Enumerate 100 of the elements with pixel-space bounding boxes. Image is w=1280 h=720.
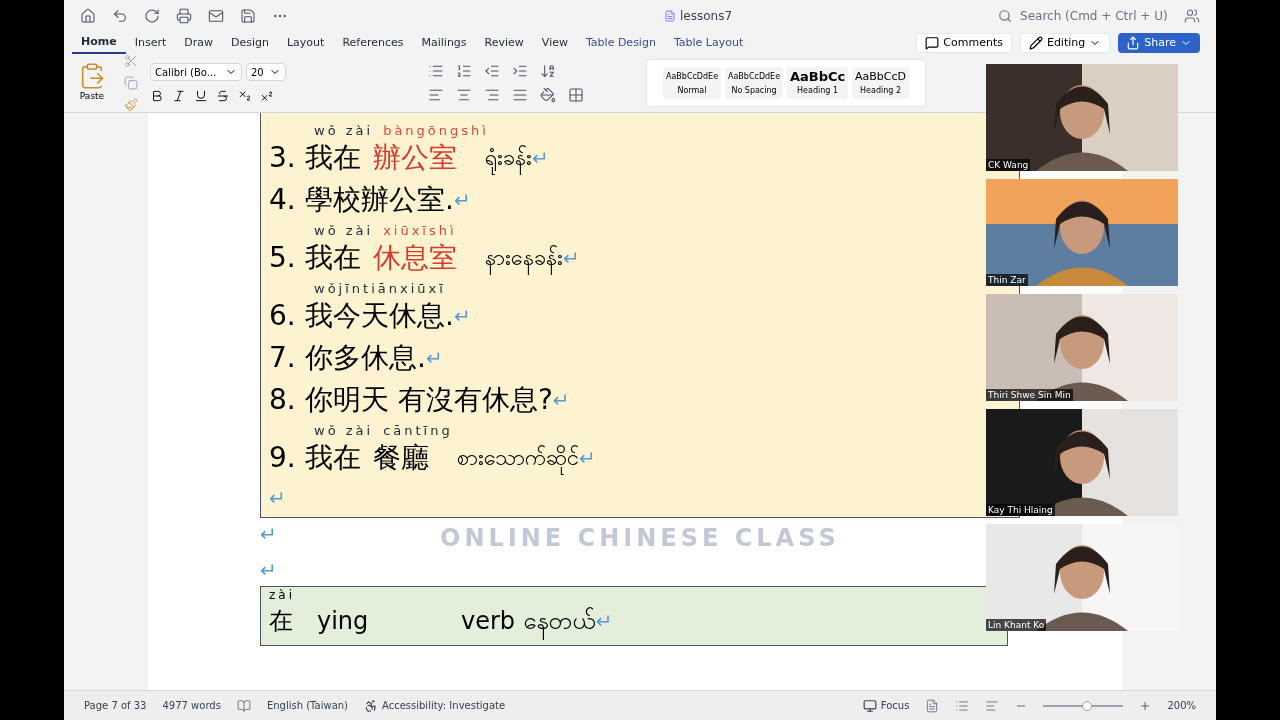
pinyin: wǒ zài bbox=[314, 224, 374, 237]
chinese-text: 我今天休息. bbox=[305, 302, 454, 330]
strikethrough-icon[interactable] bbox=[216, 89, 230, 103]
print-icon[interactable] bbox=[176, 8, 192, 24]
font-size-field[interactable]: 20 bbox=[246, 63, 286, 81]
ribbon-tab[interactable]: View bbox=[532, 32, 577, 54]
monitor-icon bbox=[862, 698, 877, 713]
word-text: ying bbox=[317, 606, 370, 636]
shading-icon[interactable] bbox=[540, 87, 556, 103]
ribbon-tab[interactable]: Table Layout bbox=[664, 32, 753, 54]
sort-icon[interactable] bbox=[540, 63, 556, 79]
zoom-in-icon[interactable] bbox=[1139, 699, 1152, 712]
undo-icon[interactable] bbox=[112, 8, 128, 24]
ribbon-tab[interactable]: References bbox=[333, 32, 413, 54]
numbering-icon[interactable] bbox=[456, 63, 472, 79]
pinyin: xiūxīshì bbox=[383, 224, 457, 237]
style-preset[interactable]: AaBbCcDdEe Normal bbox=[663, 67, 721, 99]
ribbon-tab[interactable]: Insert bbox=[125, 32, 176, 54]
burmese-text: နားနေခန်း bbox=[485, 237, 563, 279]
ribbon-tab[interactable]: Layout bbox=[277, 32, 334, 54]
outdent-icon[interactable] bbox=[484, 63, 500, 79]
pinyin: zài bbox=[269, 587, 296, 603]
paragraph-mark: ↵ bbox=[269, 485, 286, 512]
align-left-icon[interactable] bbox=[428, 87, 444, 103]
ribbon-tab[interactable]: Table Design bbox=[576, 32, 665, 54]
zoom-level[interactable]: 200% bbox=[1167, 698, 1196, 713]
pinyin: wǒjīntiānxiūxī bbox=[314, 282, 446, 295]
italic-icon[interactable] bbox=[172, 89, 186, 103]
participant-name: Lin Khant Ko bbox=[986, 619, 1047, 631]
ribbon-tab[interactable]: Review bbox=[475, 32, 533, 54]
style-preset[interactable]: AaBbCc Heading 1 bbox=[787, 67, 849, 99]
participant-name: Kay Thi Hlaing bbox=[986, 504, 1055, 516]
language-label[interactable]: English (Taiwan) bbox=[266, 698, 348, 713]
print-layout-icon[interactable] bbox=[925, 698, 940, 713]
home-icon[interactable] bbox=[80, 8, 96, 24]
chinese-text: 你明天 有沒有休息? bbox=[305, 386, 553, 414]
share-button[interactable]: Share bbox=[1118, 33, 1200, 53]
watermark-text: ONLINE CHINESE CLASS bbox=[440, 523, 840, 554]
chinese-text: 我在 bbox=[305, 444, 361, 472]
chinese-text: 學校辦公室. bbox=[305, 186, 454, 214]
save-icon[interactable] bbox=[240, 8, 256, 24]
mail-icon[interactable] bbox=[208, 8, 224, 24]
font-field[interactable]: Calibri (Bo... bbox=[150, 63, 242, 81]
ribbon-tab[interactable]: Design bbox=[222, 32, 278, 54]
search-icon bbox=[998, 9, 1013, 23]
indent-icon[interactable] bbox=[512, 63, 528, 79]
paragraph-mark: ↵ bbox=[532, 148, 549, 168]
chinese-text: 休息室 bbox=[373, 244, 457, 272]
comments-button[interactable]: Comments bbox=[916, 33, 1012, 53]
participant-name: CK Wang bbox=[986, 159, 1031, 171]
superscript-icon[interactable] bbox=[260, 89, 274, 103]
paragraph-mark: ↵ bbox=[260, 558, 277, 582]
page-count[interactable]: Page 7 of 33 bbox=[84, 698, 147, 713]
burmese-text: ရုံးခန်း bbox=[485, 137, 532, 179]
paragraph-mark: ↵ bbox=[453, 306, 471, 326]
pencil-icon bbox=[1028, 36, 1043, 50]
participant-name: Thiri Shwe Sin Min bbox=[986, 389, 1073, 401]
redo-icon[interactable] bbox=[144, 8, 160, 24]
ribbon-tab[interactable]: Draw bbox=[175, 32, 222, 54]
document-title[interactable]: lessons7 bbox=[680, 8, 733, 24]
focus-button[interactable]: Focus bbox=[862, 698, 910, 713]
align-center-icon[interactable] bbox=[456, 87, 472, 103]
word-count[interactable]: 4977 words bbox=[162, 698, 221, 713]
align-right-icon[interactable] bbox=[484, 87, 500, 103]
comment-icon bbox=[925, 36, 940, 50]
pinyin: cāntīng bbox=[383, 424, 453, 437]
underline-icon[interactable] bbox=[194, 89, 208, 103]
zoom-thumb[interactable] bbox=[1082, 700, 1093, 711]
burmese-text: စားသောက်ဆိုင် bbox=[457, 437, 579, 479]
paragraph-mark: ↵ bbox=[563, 248, 580, 268]
pinyin: wǒ zài bbox=[314, 424, 374, 437]
pinyin: wǒ zài bbox=[314, 124, 374, 137]
list-number: 5. bbox=[269, 244, 293, 272]
paragraph-mark: ↵ bbox=[260, 522, 277, 546]
share-icon bbox=[1126, 36, 1141, 50]
meaning-text: verb နေတယ် bbox=[461, 603, 596, 639]
accessibility-icon bbox=[364, 698, 378, 713]
editing-button[interactable]: Editing bbox=[1019, 33, 1111, 53]
paragraph-mark: ↵ bbox=[552, 390, 570, 410]
paste-button[interactable]: Paste bbox=[72, 62, 112, 104]
accessibility-label[interactable]: Accessibility: Investigate bbox=[364, 698, 506, 713]
bullets-icon[interactable] bbox=[428, 63, 444, 79]
bold-icon[interactable] bbox=[150, 89, 164, 103]
paragraph-mark: ↵ bbox=[595, 609, 613, 633]
chinese-text: 在 bbox=[269, 606, 293, 636]
ribbon-tab[interactable]: Mailings bbox=[412, 32, 476, 54]
paragraph-mark: ↵ bbox=[579, 448, 596, 468]
style-preset[interactable]: AaBbCcD Heading 2 bbox=[852, 67, 909, 99]
borders-icon[interactable] bbox=[568, 87, 584, 103]
paragraph-mark: ↵ bbox=[453, 190, 471, 210]
style-preset[interactable]: AaBbCcDdEe No Spacing bbox=[725, 67, 784, 99]
justify-icon[interactable] bbox=[512, 87, 528, 103]
ribbon-tab[interactable]: Home bbox=[72, 32, 126, 54]
people-icon[interactable] bbox=[1184, 8, 1200, 24]
subscript-icon[interactable] bbox=[238, 89, 252, 103]
proofing-icon[interactable] bbox=[236, 698, 251, 713]
participant-name: Thin Zar bbox=[986, 274, 1028, 286]
search-field[interactable]: Search (Cmd + Ctrl + U) bbox=[998, 8, 1168, 24]
chinese-text: 我在 bbox=[305, 144, 361, 172]
format-painter-icon[interactable] bbox=[124, 98, 138, 112]
